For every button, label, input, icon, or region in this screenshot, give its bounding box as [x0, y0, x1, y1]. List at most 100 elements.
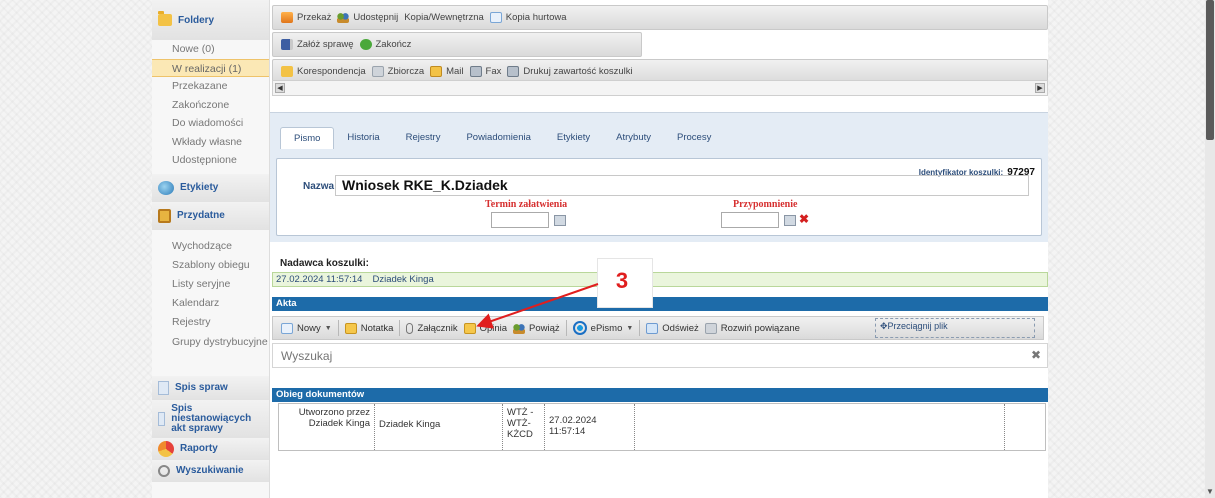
calendar-icon[interactable]	[784, 215, 796, 226]
sidebar-section-folders[interactable]: Foldery	[152, 0, 269, 40]
document-tabs-area: Pismo Historia Rejestry Powiadomienia Et…	[270, 112, 1048, 242]
drukuj-button[interactable]: Drukuj zawartość koszulki	[507, 66, 633, 77]
sidebar-section-reports[interactable]: Raporty	[152, 437, 269, 460]
zalacznik-button[interactable]: Załącznik	[406, 322, 458, 334]
toolbar-separator	[337, 320, 339, 336]
sidebar-section-labels[interactable]: Etykiety	[152, 173, 269, 202]
sidebar-item-grupy[interactable]: Grupy dystrybucyjne	[152, 332, 269, 366]
sidebar-section-useful[interactable]: Przydatne	[152, 201, 269, 230]
notepad-icon	[158, 208, 171, 223]
pie-chart-icon	[158, 440, 174, 457]
epismo-button[interactable]: ePismo ▼	[572, 321, 633, 335]
flow-empty-cell	[635, 404, 1005, 450]
clear-search-icon[interactable]: ✖	[1031, 348, 1041, 362]
check-circle-icon	[359, 39, 372, 50]
sidebar-item-szablony[interactable]: Szablony obiegu	[152, 256, 269, 275]
udostepnij-button[interactable]: Udostępnij	[337, 12, 398, 23]
scroll-down-arrow-icon[interactable]: ▼	[1206, 487, 1214, 496]
name-label: Nazwa	[303, 181, 335, 192]
sidebar-item-wychodzace[interactable]: Wychodzące	[152, 237, 269, 256]
sender-name: Dziadek Kinga	[372, 274, 434, 285]
sender-row: 27.02.2024 11:57:14 Dziadek Kinga	[272, 272, 1048, 287]
tab-pismo[interactable]: Pismo	[280, 127, 335, 149]
nowy-button[interactable]: Nowy ▼	[281, 322, 332, 334]
fax-label: Fax	[485, 66, 502, 77]
sidebar-item-rejestry[interactable]: Rejestry	[152, 313, 269, 332]
toolbar-separator	[639, 320, 641, 336]
odswiez-label: Odśwież	[662, 322, 699, 334]
korespondencja-button[interactable]: Korespondencja	[281, 66, 366, 77]
name-field[interactable]: Wniosek RKE_K.Dziadek	[335, 175, 1029, 196]
akta-toolbar: Nowy ▼ Notatka Załącznik Opinia Powiąż eP…	[272, 316, 1044, 340]
flow-unit: WTŻ - WTŻ-KŻCD	[503, 404, 545, 450]
clear-reminder-icon[interactable]: ✖	[799, 212, 809, 226]
tab-historia[interactable]: Historia	[334, 127, 392, 149]
sidebar-item-w-realizacji[interactable]: W realizacji (1)	[152, 58, 269, 77]
scrollbar-thumb[interactable]	[1206, 0, 1214, 140]
tag-icon	[158, 180, 174, 195]
tab-rejestry[interactable]: Rejestry	[393, 127, 454, 149]
horizontal-scrollbar[interactable]: ◀ ▶	[272, 80, 1048, 96]
sidebar-item-do-wiadomosci[interactable]: Do wiadomości	[152, 114, 269, 133]
kopia-hurtowa-button[interactable]: Kopia hurtowa	[489, 12, 567, 23]
sidebar-item-kalendarz[interactable]: Kalendarz	[152, 294, 269, 313]
due-date-input[interactable]	[491, 212, 549, 228]
sidebar-section-noncases[interactable]: Spis niestanowiących akt sprawy	[152, 399, 269, 438]
sidebar-section-search[interactable]: Wyszukiwanie	[152, 459, 269, 482]
sidebar-section-cases[interactable]: Spis spraw	[152, 375, 269, 400]
mail-button[interactable]: Mail	[430, 66, 464, 77]
reminder-input[interactable]	[721, 212, 779, 228]
przekaz-button[interactable]: Przekaż	[281, 12, 331, 23]
forward-arrow-icon	[281, 12, 293, 23]
copy-icon	[489, 12, 502, 23]
link-icon	[513, 322, 526, 334]
tab-powiadomienia[interactable]: Powiadomienia	[453, 127, 543, 149]
pages-icon	[371, 66, 384, 77]
folder-icon	[158, 11, 172, 26]
zakoncz-button[interactable]: Zakończ	[359, 39, 411, 50]
e-letter-icon	[572, 321, 587, 335]
opinia-button[interactable]: Opinia	[463, 322, 507, 334]
fax-button[interactable]: Fax	[469, 66, 502, 77]
sidebar-item-udostepnione[interactable]: Udostępnione	[152, 151, 269, 170]
new-document-icon	[281, 322, 293, 334]
odswiez-button[interactable]: Odśwież	[646, 322, 699, 334]
flow-created-by: Utworzono przez Dziadek Kinga	[279, 404, 375, 450]
drag-label: Przeciągnij plik	[887, 321, 948, 331]
tab-atrybuty[interactable]: Atrybuty	[603, 127, 664, 149]
search-input[interactable]	[273, 344, 1023, 367]
drukuj-label: Drukuj zawartość koszulki	[523, 66, 633, 77]
sidebar-item-wklady-wlasne[interactable]: Wkłady własne	[152, 133, 269, 152]
flow-table-row[interactable]: Utworzono przez Dziadek Kinga Dziadek Ki…	[278, 403, 1046, 451]
korespondencja-label: Korespondencja	[297, 66, 366, 77]
paperclip-icon	[406, 322, 414, 334]
kopia-wewnetrzna-button[interactable]: Kopia/Wewnętrzna	[404, 12, 484, 23]
dropdown-caret-icon: ▼	[324, 324, 332, 332]
search-icon	[158, 464, 170, 477]
zaloz-sprawe-button[interactable]: Załóż sprawę	[281, 39, 354, 50]
calendar-icon[interactable]	[554, 215, 566, 226]
tab-etykiety[interactable]: Etykiety	[544, 127, 603, 149]
powiaz-button[interactable]: Powiąż	[513, 322, 560, 334]
sidebar-item-przekazane[interactable]: Przekazane	[152, 77, 269, 96]
tab-procesy[interactable]: Procesy	[664, 127, 724, 149]
zbiorcza-button[interactable]: Zbiorcza	[371, 66, 424, 77]
rozwin-label: Rozwiń powiązane	[720, 322, 800, 334]
opinion-icon	[463, 322, 476, 334]
scroll-left-arrow-icon[interactable]: ◀	[275, 83, 285, 93]
notatka-button[interactable]: Notatka	[344, 322, 393, 334]
book-icon	[281, 39, 293, 50]
window-scrollbar[interactable]: ▼	[1205, 0, 1215, 498]
sidebar-section-title: Spis spraw	[175, 382, 228, 393]
flow-date: 27.02.2024 11:57:14	[545, 404, 635, 450]
main-content: Przekaż Udostępnij Kopia/Wewnętrzna Kopi…	[270, 0, 1048, 498]
drag-drop-zone[interactable]: ✥Przeciągnij plik	[875, 318, 1035, 338]
sidebar-item-listy[interactable]: Listy seryjne	[152, 275, 269, 294]
rozwin-button[interactable]: Rozwiń powiązane	[704, 322, 800, 334]
sidebar-item-zakonczone[interactable]: Zakończone	[152, 96, 269, 115]
expand-related-icon	[704, 322, 717, 334]
sidebar-item-nowe[interactable]: Nowe (0)	[152, 40, 269, 59]
document-icon	[158, 411, 166, 426]
sidebar-section-title: Spis niestanowiących akt sprawy	[171, 402, 252, 434]
scroll-right-arrow-icon[interactable]: ▶	[1035, 83, 1045, 93]
